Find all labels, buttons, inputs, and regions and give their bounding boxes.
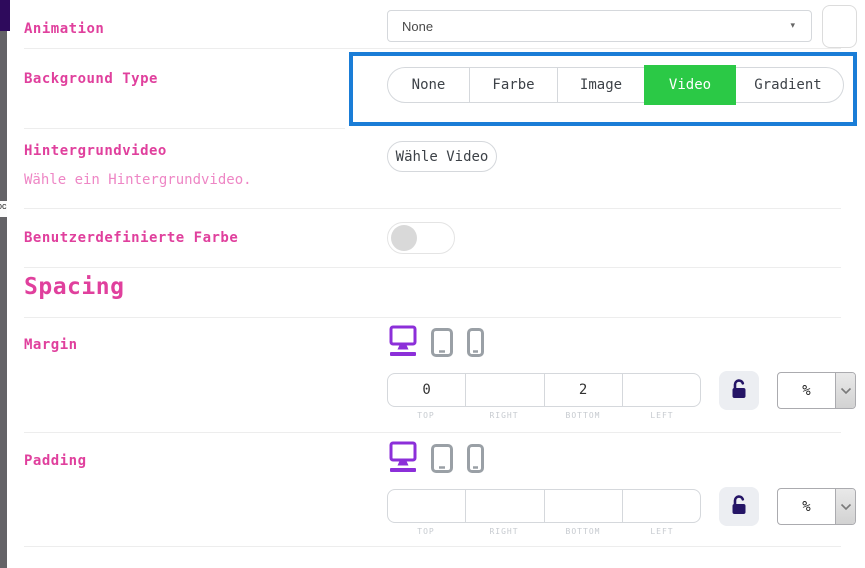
margin-right-input[interactable] [466,374,543,406]
margin-left-input[interactable] [623,374,700,406]
margin-left-caption: LEFT [623,411,701,420]
settings-panel: oc Animation None ▾ Background Type None… [0,0,865,568]
animation-select-value: None [402,19,433,34]
divider [24,317,841,318]
tablet-icon[interactable] [431,325,453,361]
mini-panel-button[interactable] [822,5,857,48]
divider [24,432,841,433]
background-page-strip [0,0,7,568]
padding-right-caption: RIGHT [465,527,543,536]
margin-device-switcher [389,325,484,361]
padding-inputs [387,489,701,523]
margin-unit-select[interactable]: % [777,372,856,409]
background-video-label: Hintergrundvideo [24,143,167,159]
divider [24,208,841,209]
background-type-button-group: None Farbe Image Video Gradient [387,67,844,103]
margin-bottom-input[interactable] [545,374,622,406]
padding-bottom-caption: BOTTOM [544,527,622,536]
spacing-heading: Spacing [24,274,124,300]
background-page-header-strip [0,0,10,31]
bg-type-option-none[interactable]: None [388,68,470,102]
lock-open-icon [729,494,749,519]
chevron-down-icon [835,489,855,524]
bg-type-option-farbe[interactable]: Farbe [470,68,558,102]
desktop-icon[interactable] [389,325,417,361]
divider [24,48,841,49]
caret-down-icon: ▾ [790,20,795,31]
divider [24,267,841,268]
margin-bottom-caption: BOTTOM [544,411,622,420]
padding-device-switcher [389,441,484,477]
background-page-text-fragment: oc [0,201,7,217]
desktop-icon[interactable] [389,441,417,477]
margin-unit-value: % [778,373,835,408]
divider [24,546,841,547]
padding-unit-select[interactable]: % [777,488,856,525]
padding-bottom-input[interactable] [545,490,622,522]
padding-link-values-button[interactable] [719,487,759,526]
margin-link-values-button[interactable] [719,371,759,410]
mobile-icon[interactable] [467,441,484,477]
chevron-down-icon [835,373,855,408]
padding-label: Padding [24,453,87,469]
margin-top-input[interactable] [388,374,465,406]
mobile-icon[interactable] [467,325,484,361]
background-type-label: Background Type [24,71,158,87]
padding-right-input[interactable] [466,490,543,522]
custom-color-label: Benutzerdefinierte Farbe [24,230,238,246]
animation-label: Animation [24,21,104,37]
padding-left-caption: LEFT [623,527,701,536]
bg-type-option-video-selected[interactable]: Video [644,65,736,105]
padding-left-input[interactable] [623,490,700,522]
lock-open-icon [729,378,749,403]
choose-video-button[interactable]: Wähle Video [387,141,497,172]
divider [24,128,345,129]
tablet-icon[interactable] [431,441,453,477]
margin-right-caption: RIGHT [465,411,543,420]
bg-type-option-gradient[interactable]: Gradient [735,68,841,102]
animation-select[interactable]: None ▾ [387,10,812,42]
padding-top-caption: TOP [387,527,465,536]
margin-inputs [387,373,701,407]
margin-top-caption: TOP [387,411,465,420]
background-video-description: Wähle ein Hintergrundvideo. [24,172,252,188]
toggle-knob [391,225,417,251]
margin-label: Margin [24,337,78,353]
custom-color-toggle[interactable] [387,222,455,254]
bg-type-option-image[interactable]: Image [558,68,645,102]
padding-top-input[interactable] [388,490,465,522]
padding-unit-value: % [778,489,835,524]
